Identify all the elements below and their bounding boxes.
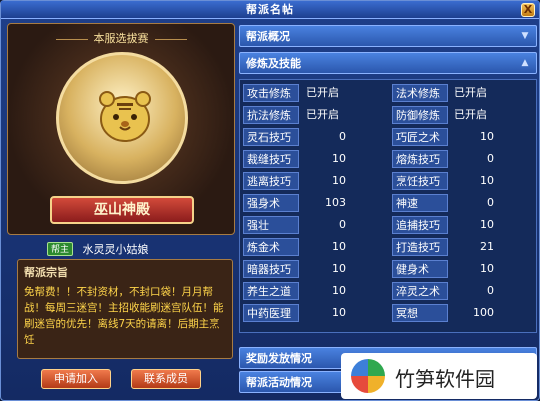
- skill-value: 已开启: [454, 86, 487, 99]
- skill-value: 10: [480, 262, 494, 275]
- season-label: 本服选拔赛: [8, 30, 234, 46]
- sect-details-panel: 帮派概况 ▼ 修炼及技能 ▲ 攻击修炼 已开启 法术修炼 已开启 抗法修炼 已开…: [239, 25, 537, 397]
- skill-name: 熔炼技巧: [392, 150, 448, 168]
- skill-value: 已开启: [454, 108, 487, 121]
- tiger-icon: [99, 91, 151, 142]
- apply-join-button[interactable]: 申请加入: [41, 369, 111, 389]
- section-overview[interactable]: 帮派概况 ▼: [239, 25, 537, 47]
- skill-value: 10: [332, 174, 346, 187]
- skill-value: 10: [480, 218, 494, 231]
- skill-name: 法术修炼: [392, 84, 448, 102]
- sect-card-window: 帮派名帖 X 本服选拔赛 巫山神殿 帮主 水灵灵小姑娘 帮派宗旨 免帮费！！不封…: [0, 0, 540, 401]
- skill-value: 10: [480, 174, 494, 187]
- leader-badge: 帮主: [47, 242, 73, 256]
- skill-row: 抗法修炼 已开启 防御修炼 已开启: [240, 106, 538, 126]
- skill-row: 攻击修炼 已开启 法术修炼 已开启: [240, 84, 538, 104]
- skill-value: 10: [332, 284, 346, 297]
- skill-name: 炼金术: [243, 238, 299, 256]
- contact-member-button[interactable]: 联系成员: [131, 369, 201, 389]
- skill-name: 强身术: [243, 194, 299, 212]
- skill-name: 打造技巧: [392, 238, 448, 256]
- skill-row: 中药医理 10 冥想 100: [240, 304, 538, 324]
- skill-row: 灵石技巧 0 巧匠之术 10: [240, 128, 538, 148]
- skill-row: 强壮 0 追捕技巧 10: [240, 216, 538, 236]
- leader-name: 水灵灵小姑娘: [82, 243, 149, 256]
- skill-value: 0: [339, 218, 346, 231]
- skill-name: 强壮: [243, 216, 299, 234]
- skill-value: 已开启: [306, 86, 339, 99]
- skill-name: 中药医理: [243, 304, 299, 322]
- close-button[interactable]: X: [521, 3, 535, 17]
- title-bar: 帮派名帖 X: [1, 1, 539, 19]
- section-activities-label: 帮派活动情况: [246, 376, 312, 389]
- skill-name: 巧匠之术: [392, 128, 448, 146]
- skill-value: 10: [332, 152, 346, 165]
- sect-profile-panel: 本服选拔赛 巫山神殿 帮主 水灵灵小姑娘 帮派宗旨 免帮费！！不封资材，不封口袋…: [7, 23, 235, 395]
- skill-name: 淬灵之术: [392, 282, 448, 300]
- section-overview-label: 帮派概况: [246, 30, 290, 43]
- skill-name: 神速: [392, 194, 448, 212]
- skill-name: 冥想: [392, 304, 448, 322]
- skill-row: 养生之道 10 淬灵之术 0: [240, 282, 538, 302]
- skill-value: 21: [480, 240, 494, 253]
- watermark-logo-icon: [351, 359, 385, 393]
- skill-name: 逃离技巧: [243, 172, 299, 190]
- section-rewards-label: 奖励发放情况: [246, 352, 312, 365]
- tiger-emblem: [56, 52, 188, 184]
- window-title: 帮派名帖: [246, 3, 294, 16]
- chevron-up-icon: ▲: [521, 58, 529, 68]
- skill-value: 10: [480, 130, 494, 143]
- watermark-text: 竹笋软件园: [395, 367, 495, 391]
- motto-text: 免帮费！！不封资材，不封口袋！月月帮战！每周三迷宫！主招收能刷迷宫队伍！能刷迷宫…: [24, 286, 224, 346]
- skill-name: 抗法修炼: [243, 106, 299, 124]
- chevron-down-icon: ▼: [521, 31, 529, 41]
- portrait-frame: 本服选拔赛 巫山神殿: [7, 23, 235, 235]
- owner-row: 帮主 水灵灵小姑娘: [47, 241, 149, 257]
- motto-title: 帮派宗旨: [24, 266, 68, 279]
- skill-row: 裁缝技巧 10 熔炼技巧 0: [240, 150, 538, 170]
- section-skills-label: 修炼及技能: [246, 57, 301, 70]
- skill-row: 强身术 103 神速 0: [240, 194, 538, 214]
- skills-table: 攻击修炼 已开启 法术修炼 已开启 抗法修炼 已开启 防御修炼 已开启 灵石技巧…: [239, 79, 537, 333]
- skill-value: 0: [487, 152, 494, 165]
- skill-value: 100: [473, 306, 494, 319]
- sect-name: 巫山神殿: [50, 196, 194, 224]
- season-label-text: 本服选拔赛: [93, 32, 149, 45]
- skill-name: 灵石技巧: [243, 128, 299, 146]
- skill-row: 炼金术 10 打造技巧 21: [240, 238, 538, 258]
- action-buttons: 申请加入 联系成员: [41, 369, 221, 389]
- skill-row: 暗器技巧 10 健身术 10: [240, 260, 538, 280]
- skill-name: 烹饪技巧: [392, 172, 448, 190]
- skill-name: 养生之道: [243, 282, 299, 300]
- skill-value: 10: [332, 306, 346, 319]
- skill-value: 已开启: [306, 108, 339, 121]
- skill-row: 逃离技巧 10 烹饪技巧 10: [240, 172, 538, 192]
- site-watermark: 竹笋软件园: [341, 353, 537, 399]
- skill-name: 裁缝技巧: [243, 150, 299, 168]
- skill-name: 攻击修炼: [243, 84, 299, 102]
- skill-name: 追捕技巧: [392, 216, 448, 234]
- skill-value: 0: [487, 196, 494, 209]
- section-skills[interactable]: 修炼及技能 ▲: [239, 52, 537, 74]
- skill-name: 防御修炼: [392, 106, 448, 124]
- skill-value: 0: [339, 130, 346, 143]
- skill-value: 10: [332, 262, 346, 275]
- skill-value: 10: [332, 240, 346, 253]
- skill-value: 0: [487, 284, 494, 297]
- skill-name: 健身术: [392, 260, 448, 278]
- sect-motto-box: 帮派宗旨 免帮费！！不封资材，不封口袋！月月帮战！每周三迷宫！主招收能刷迷宫队伍…: [17, 259, 233, 359]
- skill-name: 暗器技巧: [243, 260, 299, 278]
- skill-value: 103: [325, 196, 346, 209]
